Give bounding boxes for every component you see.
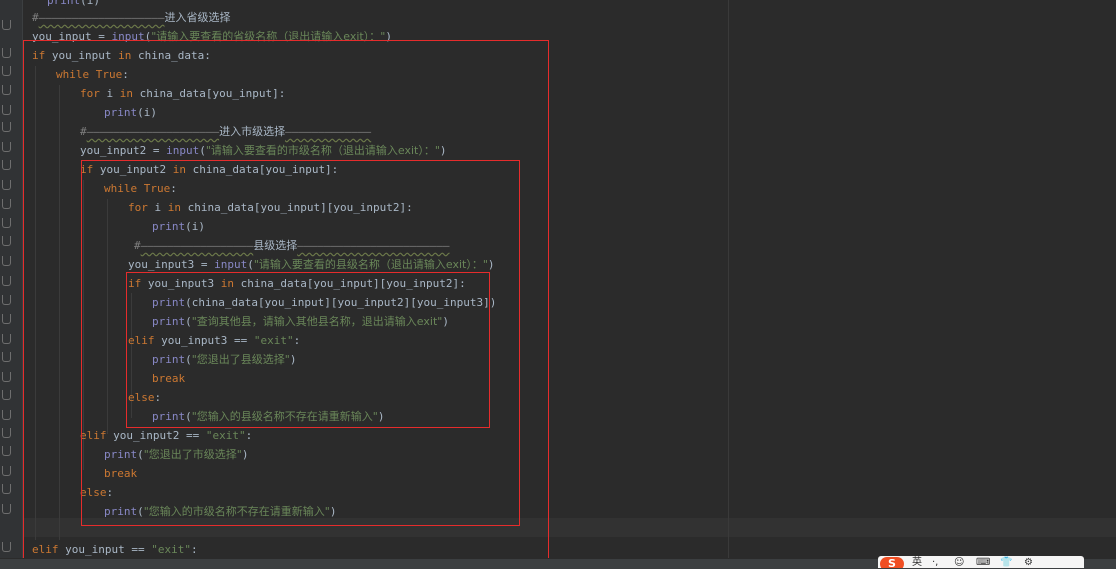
fold-marker-icon[interactable] [2,334,11,344]
fold-marker-icon[interactable] [2,295,11,305]
fold-marker-icon[interactable] [2,142,11,152]
fold-marker-icon[interactable] [2,256,11,266]
editor-gutter [0,0,23,568]
fold-marker-icon[interactable] [2,504,11,514]
fold-marker-icon[interactable] [2,105,11,115]
code-token: # [32,11,39,24]
fold-marker-icon[interactable] [2,180,11,190]
fold-marker-icon[interactable] [2,20,11,30]
fold-marker-icon[interactable] [2,372,11,382]
fold-marker-icon[interactable] [2,160,11,170]
code-token: (i) [80,0,100,7]
code-token: 进入省级选择 [164,11,231,24]
fold-marker-icon[interactable] [2,122,11,132]
fold-marker-icon[interactable] [2,276,11,286]
annotation-box-county [126,272,490,428]
ime-keyboard-icon[interactable]: ⌨ [976,556,990,568]
fold-marker-icon[interactable] [2,236,11,246]
fold-marker-icon[interactable] [2,542,11,552]
fold-marker-icon[interactable] [2,48,11,58]
fold-marker-icon[interactable] [2,428,11,438]
ime-settings-icon[interactable]: ⚙ [1024,556,1033,568]
fold-marker-icon[interactable] [2,484,11,494]
fold-marker-icon[interactable] [2,66,11,76]
right-margin-guide [728,0,729,568]
fold-marker-icon[interactable] [2,218,11,228]
ime-toolbar[interactable]: S 英 ·, ☺ ⌨ 👕 ⚙ [878,556,1084,568]
ime-emoji-icon[interactable]: ☺ [954,556,964,568]
sogou-logo-icon[interactable]: S [880,557,904,568]
fold-marker-icon[interactable] [2,466,11,476]
fold-marker-icon[interactable] [2,85,11,95]
fold-marker-icon[interactable] [2,314,11,324]
ime-punct-icon[interactable]: ·, [932,556,938,568]
fold-marker-icon[interactable] [2,410,11,420]
code-line-l01[interactable]: #———————————————————进入省级选择 [32,8,230,27]
fold-marker-icon[interactable] [2,199,11,209]
code-token: ——————————————————— [38,11,165,24]
ime-lang-toggle[interactable]: 英 [912,556,922,568]
fold-marker-icon[interactable] [2,390,11,400]
fold-marker-icon[interactable] [2,352,11,362]
ime-skin-icon[interactable]: 👕 [1000,556,1012,568]
fold-marker-icon[interactable] [2,446,11,456]
code-editor[interactable]: print(i) #———————————————————进入省级选择 you_in… [23,0,1116,568]
code-token: print [47,0,81,7]
